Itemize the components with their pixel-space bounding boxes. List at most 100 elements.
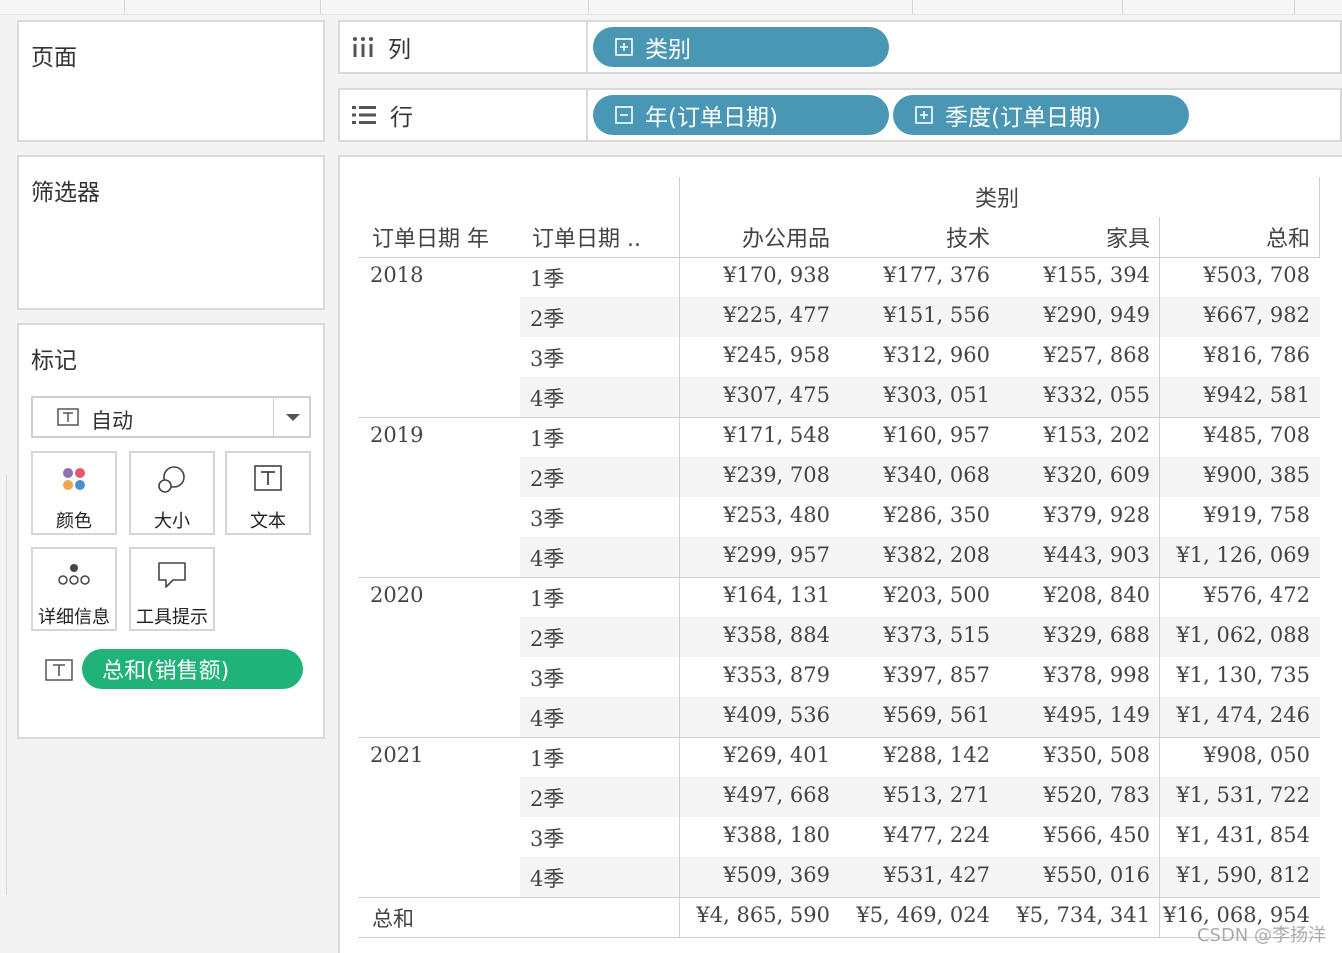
value-cell[interactable]: ¥253, 480 bbox=[723, 503, 830, 527]
value-cell[interactable]: ¥225, 477 bbox=[723, 303, 830, 327]
value-cell[interactable]: ¥513, 271 bbox=[883, 783, 990, 807]
value-cell[interactable]: ¥667, 982 bbox=[1203, 303, 1310, 327]
quarter-cell[interactable]: 3季 bbox=[530, 663, 564, 693]
grand-total-cell[interactable]: ¥5, 734, 341 bbox=[1016, 903, 1150, 927]
quarter-cell[interactable]: 1季 bbox=[530, 263, 564, 293]
value-cell[interactable]: ¥477, 224 bbox=[883, 823, 990, 847]
expand-plus-icon[interactable] bbox=[615, 38, 633, 56]
value-cell[interactable]: ¥307, 475 bbox=[723, 383, 830, 407]
quarter-cell[interactable]: 3季 bbox=[530, 343, 564, 373]
pages-card[interactable]: 页面 bbox=[17, 20, 325, 142]
value-cell[interactable]: ¥1, 062, 088 bbox=[1176, 623, 1310, 647]
mark-type-dropdown[interactable]: 自动 bbox=[31, 396, 311, 438]
row-header-year[interactable]: 订单日期 年 bbox=[372, 221, 489, 253]
value-cell[interactable]: ¥900, 385 bbox=[1203, 463, 1310, 487]
value-cell[interactable]: ¥329, 688 bbox=[1043, 623, 1150, 647]
quarter-cell[interactable]: 1季 bbox=[530, 743, 564, 773]
value-cell[interactable]: ¥164, 131 bbox=[723, 583, 830, 607]
color-button[interactable]: 颜色 bbox=[31, 451, 117, 535]
year-cell[interactable]: 2020 bbox=[370, 583, 423, 607]
value-cell[interactable]: ¥919, 758 bbox=[1203, 503, 1310, 527]
value-cell[interactable]: ¥288, 142 bbox=[883, 743, 990, 767]
value-cell[interactable]: ¥495, 149 bbox=[1043, 703, 1150, 727]
quarter-cell[interactable]: 4季 bbox=[530, 383, 564, 413]
value-cell[interactable]: ¥509, 369 bbox=[723, 863, 830, 887]
grand-total-cell[interactable]: ¥5, 469, 024 bbox=[856, 903, 990, 927]
value-cell[interactable]: ¥153, 202 bbox=[1043, 423, 1150, 447]
value-cell[interactable]: ¥373, 515 bbox=[883, 623, 990, 647]
value-cell[interactable]: ¥269, 401 bbox=[723, 743, 830, 767]
year-cell[interactable]: 2019 bbox=[370, 423, 423, 447]
quarter-cell[interactable]: 2季 bbox=[530, 303, 564, 333]
value-cell[interactable]: ¥286, 350 bbox=[883, 503, 990, 527]
value-cell[interactable]: ¥550, 016 bbox=[1043, 863, 1150, 887]
value-cell[interactable]: ¥443, 903 bbox=[1043, 543, 1150, 567]
quarter-cell[interactable]: 1季 bbox=[530, 423, 564, 453]
column-header-office[interactable]: 办公用品 bbox=[742, 221, 830, 253]
value-cell[interactable]: ¥290, 949 bbox=[1043, 303, 1150, 327]
quarter-cell[interactable]: 2季 bbox=[530, 623, 564, 653]
value-cell[interactable]: ¥155, 394 bbox=[1043, 263, 1150, 287]
value-cell[interactable]: ¥569, 561 bbox=[883, 703, 990, 727]
tooltip-button[interactable]: 工具提示 bbox=[129, 547, 215, 631]
year-cell[interactable]: 2018 bbox=[370, 263, 423, 287]
value-cell[interactable]: ¥497, 668 bbox=[723, 783, 830, 807]
value-cell[interactable]: ¥378, 998 bbox=[1043, 663, 1150, 687]
grand-total-label[interactable]: 总和 bbox=[372, 903, 414, 933]
pill-year-order-date[interactable]: 年(订单日期) bbox=[593, 95, 889, 135]
value-cell[interactable]: ¥303, 051 bbox=[883, 383, 990, 407]
collapse-minus-icon[interactable] bbox=[615, 106, 633, 124]
value-cell[interactable]: ¥566, 450 bbox=[1043, 823, 1150, 847]
value-cell[interactable]: ¥576, 472 bbox=[1203, 583, 1310, 607]
value-cell[interactable]: ¥908, 050 bbox=[1203, 743, 1310, 767]
chevron-down-icon[interactable] bbox=[285, 413, 301, 423]
value-cell[interactable]: ¥350, 508 bbox=[1043, 743, 1150, 767]
value-cell[interactable]: ¥239, 708 bbox=[723, 463, 830, 487]
quarter-cell[interactable]: 4季 bbox=[530, 543, 564, 573]
value-cell[interactable]: ¥160, 957 bbox=[883, 423, 990, 447]
value-cell[interactable]: ¥151, 556 bbox=[883, 303, 990, 327]
value-cell[interactable]: ¥1, 431, 854 bbox=[1176, 823, 1310, 847]
filters-card[interactable]: 筛选器 bbox=[17, 155, 325, 310]
detail-button[interactable]: 详细信息 bbox=[31, 547, 117, 631]
value-cell[interactable]: ¥531, 427 bbox=[883, 863, 990, 887]
value-cell[interactable]: ¥942, 581 bbox=[1203, 383, 1310, 407]
column-header-furniture[interactable]: 家具 bbox=[1106, 221, 1150, 253]
value-cell[interactable]: ¥382, 208 bbox=[883, 543, 990, 567]
value-cell[interactable]: ¥353, 879 bbox=[723, 663, 830, 687]
value-cell[interactable]: ¥1, 531, 722 bbox=[1176, 783, 1310, 807]
value-cell[interactable]: ¥1, 126, 069 bbox=[1176, 543, 1310, 567]
quarter-cell[interactable]: 3季 bbox=[530, 503, 564, 533]
value-cell[interactable]: ¥816, 786 bbox=[1203, 343, 1310, 367]
value-cell[interactable]: ¥1, 474, 246 bbox=[1176, 703, 1310, 727]
column-header-tech[interactable]: 技术 bbox=[946, 221, 990, 253]
grand-total-cell[interactable]: ¥4, 865, 590 bbox=[696, 903, 830, 927]
column-header-total[interactable]: 总和 bbox=[1266, 221, 1310, 253]
quarter-cell[interactable]: 2季 bbox=[530, 783, 564, 813]
value-cell[interactable]: ¥257, 868 bbox=[1043, 343, 1150, 367]
pill-category[interactable]: 类别 bbox=[593, 27, 889, 67]
value-cell[interactable]: ¥1, 590, 812 bbox=[1176, 863, 1310, 887]
value-cell[interactable]: ¥203, 500 bbox=[883, 583, 990, 607]
value-cell[interactable]: ¥171, 548 bbox=[723, 423, 830, 447]
value-cell[interactable]: ¥379, 928 bbox=[1043, 503, 1150, 527]
quarter-cell[interactable]: 2季 bbox=[530, 463, 564, 493]
value-cell[interactable]: ¥312, 960 bbox=[883, 343, 990, 367]
value-cell[interactable]: ¥503, 708 bbox=[1203, 263, 1310, 287]
size-button[interactable]: 大小 bbox=[129, 451, 215, 535]
value-cell[interactable]: ¥388, 180 bbox=[723, 823, 830, 847]
value-cell[interactable]: ¥520, 783 bbox=[1043, 783, 1150, 807]
expand-plus-icon[interactable] bbox=[915, 106, 933, 124]
value-cell[interactable]: ¥320, 609 bbox=[1043, 463, 1150, 487]
value-cell[interactable]: ¥409, 536 bbox=[723, 703, 830, 727]
quarter-cell[interactable]: 3季 bbox=[530, 823, 564, 853]
text-button[interactable]: 文本 bbox=[225, 451, 311, 535]
value-cell[interactable]: ¥358, 884 bbox=[723, 623, 830, 647]
quarter-cell[interactable]: 1季 bbox=[530, 583, 564, 613]
quarter-cell[interactable]: 4季 bbox=[530, 703, 564, 733]
value-cell[interactable]: ¥177, 376 bbox=[883, 263, 990, 287]
value-cell[interactable]: ¥1, 130, 735 bbox=[1176, 663, 1310, 687]
year-cell[interactable]: 2021 bbox=[370, 743, 423, 767]
value-cell[interactable]: ¥208, 840 bbox=[1043, 583, 1150, 607]
quarter-cell[interactable]: 4季 bbox=[530, 863, 564, 893]
